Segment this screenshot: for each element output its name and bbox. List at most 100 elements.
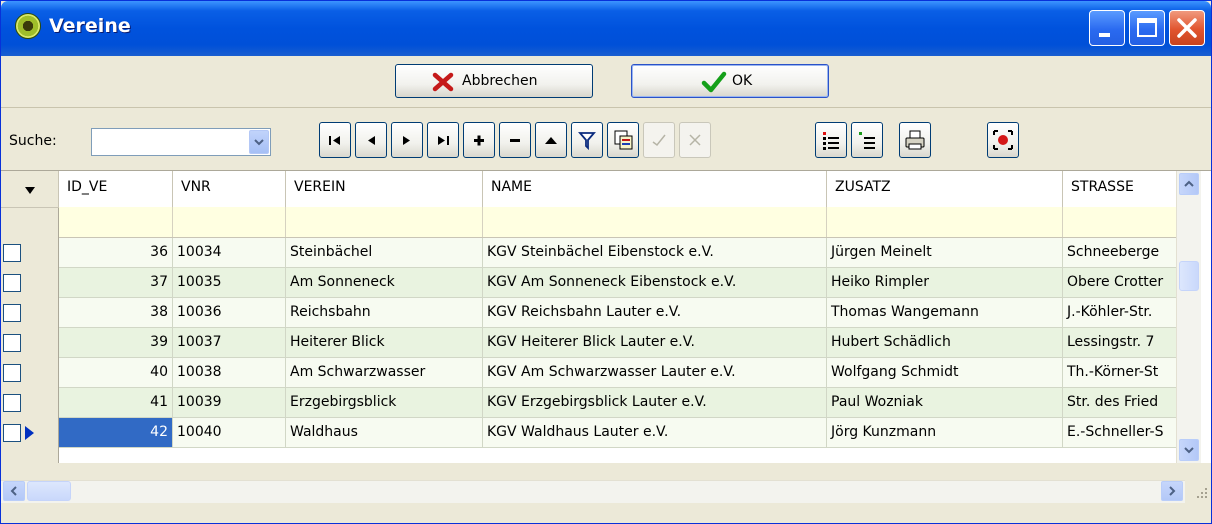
focus-button[interactable] — [987, 122, 1019, 158]
row-select-checkbox[interactable] — [3, 394, 21, 412]
cell-name[interactable]: KGV Erzgebirgsblick Lauter e.V. — [483, 388, 827, 418]
delete-record-button[interactable] — [499, 122, 531, 158]
table-row[interactable]: 42 10040 Waldhaus KGV Waldhaus Lauter e.V. J… — [59, 418, 1176, 448]
cell-id_ve[interactable]: 41 — [59, 388, 173, 418]
horizontal-scroll-thumb[interactable] — [27, 481, 71, 501]
cell-verein[interactable]: Waldhaus — [286, 418, 483, 448]
cell-zusatz[interactable]: Heiko Rimpler — [827, 268, 1063, 298]
title-bar[interactable]: Vereine — [1, 1, 1211, 56]
cell-id_ve[interactable]: 37 — [59, 268, 173, 298]
cell-zusatz[interactable]: Paul Wozniak — [827, 388, 1063, 418]
row-select-checkbox[interactable] — [3, 304, 21, 322]
cell-zusatz[interactable]: Thomas Wangemann — [827, 298, 1063, 328]
cell-vnr[interactable]: 10036 — [173, 298, 286, 328]
cell-vnr[interactable]: 10040 — [173, 418, 286, 448]
cell-vnr[interactable]: 10037 — [173, 328, 286, 358]
club-emblem-icon[interactable] — [15, 13, 41, 39]
filter-verein[interactable] — [286, 207, 483, 237]
cell-zusatz[interactable]: Wolfgang Schmidt — [827, 358, 1063, 388]
cell-zusatz[interactable]: Jörg Kunzmann — [827, 418, 1063, 448]
cell-verein[interactable]: Reichsbahn — [286, 298, 483, 328]
cell-name[interactable]: KGV Heiterer Blick Lauter e.V. — [483, 328, 827, 358]
row-select-checkbox[interactable] — [3, 364, 21, 382]
search-dropdown-button[interactable] — [249, 130, 269, 154]
row-select-checkbox[interactable] — [3, 274, 21, 292]
scroll-left-button[interactable] — [3, 481, 25, 501]
cell-vnr[interactable]: 10035 — [173, 268, 286, 298]
column-header-id_ve[interactable]: ID_VE — [59, 171, 173, 207]
insert-record-button[interactable] — [463, 122, 495, 158]
cell-name[interactable]: KGV Am Sonneneck Eibenstock e.V. — [483, 268, 827, 298]
insert-list-item-button[interactable] — [815, 122, 847, 158]
header-menu-button[interactable] — [1, 171, 59, 207]
scroll-up-button[interactable] — [1179, 173, 1199, 195]
copy-button[interactable] — [607, 122, 639, 158]
cancel-edit-button[interactable] — [679, 122, 711, 158]
cell-vnr[interactable]: 10038 — [173, 358, 286, 388]
cell-vnr[interactable]: 10039 — [173, 388, 286, 418]
minimize-button[interactable] — [1089, 10, 1125, 46]
table-row[interactable]: 36 10034 Steinbächel KGV Steinbächel Eibens… — [59, 238, 1176, 268]
edit-record-button[interactable] — [535, 122, 567, 158]
column-header-verein[interactable]: VEREIN — [286, 171, 483, 207]
cell-strasse[interactable]: Lessingstr. 7 — [1063, 328, 1176, 358]
scroll-right-button[interactable] — [1161, 481, 1183, 501]
next-record-button[interactable] — [391, 122, 423, 158]
cell-verein[interactable]: Am Sonneneck — [286, 268, 483, 298]
print-button[interactable] — [899, 122, 931, 158]
maximize-button[interactable] — [1129, 10, 1165, 46]
last-record-button[interactable] — [427, 122, 459, 158]
vereine-grid[interactable]: ID_VE VNR VEREIN NAME ZUSATZ STRASSE 36 1… — [1, 170, 1211, 463]
filter-name[interactable] — [483, 207, 827, 237]
column-header-strasse[interactable]: STRASSE — [1063, 171, 1176, 207]
column-header-zusatz[interactable]: ZUSATZ — [827, 171, 1063, 207]
post-button[interactable] — [643, 122, 675, 158]
vertical-scroll-thumb[interactable] — [1179, 261, 1199, 291]
search-combobox[interactable] — [91, 128, 271, 156]
table-row[interactable]: 38 10036 Reichsbahn KGV Reichsbahn Lauter e… — [59, 298, 1176, 328]
cell-id_ve[interactable]: 42 — [59, 418, 173, 448]
cell-verein[interactable]: Am Schwarzwasser — [286, 358, 483, 388]
close-button[interactable] — [1169, 10, 1205, 46]
column-header-name[interactable]: NAME — [483, 171, 827, 207]
table-row[interactable]: 40 10038 Am Schwarzwasser KGV Am Schwarzwas… — [59, 358, 1176, 388]
column-header-vnr[interactable]: VNR — [173, 171, 286, 207]
table-row[interactable]: 39 10037 Heiterer Blick KGV Heiterer Blick … — [59, 328, 1176, 358]
append-list-item-button[interactable] — [851, 122, 883, 158]
cell-zusatz[interactable]: Hubert Schädlich — [827, 328, 1063, 358]
horizontal-scrollbar[interactable] — [1, 480, 1185, 503]
scroll-down-button[interactable] — [1179, 439, 1199, 461]
table-row[interactable]: 37 10035 Am Sonneneck KGV Am Sonneneck Eibe… — [59, 268, 1176, 298]
cell-strasse[interactable]: J.-Köhler-Str. — [1063, 298, 1176, 328]
cell-id_ve[interactable]: 40 — [59, 358, 173, 388]
cell-vnr[interactable]: 10034 — [173, 238, 286, 268]
cell-verein[interactable]: Erzgebirgsblick — [286, 388, 483, 418]
cell-strasse[interactable]: Str. des Fried — [1063, 388, 1176, 418]
first-record-button[interactable] — [319, 122, 351, 158]
cell-id_ve[interactable]: 39 — [59, 328, 173, 358]
resize-grip-icon[interactable] — [1187, 478, 1211, 502]
cell-verein[interactable]: Heiterer Blick — [286, 328, 483, 358]
cell-strasse[interactable]: E.-Schneller-S — [1063, 418, 1176, 448]
row-select-checkbox[interactable] — [3, 424, 21, 442]
filter-zusatz[interactable] — [827, 207, 1063, 237]
cell-name[interactable]: KGV Reichsbahn Lauter e.V. — [483, 298, 827, 328]
cell-id_ve[interactable]: 36 — [59, 238, 173, 268]
filter-strasse[interactable] — [1063, 207, 1176, 237]
cell-name[interactable]: KGV Waldhaus Lauter e.V. — [483, 418, 827, 448]
cell-strasse[interactable]: Th.-Körner-St — [1063, 358, 1176, 388]
ok-button[interactable]: OK — [631, 64, 829, 98]
cell-zusatz[interactable]: Jürgen Meinelt — [827, 238, 1063, 268]
cell-name[interactable]: KGV Steinbächel Eibenstock e.V. — [483, 238, 827, 268]
prior-record-button[interactable] — [355, 122, 387, 158]
filter-button[interactable] — [571, 122, 603, 158]
cell-id_ve[interactable]: 38 — [59, 298, 173, 328]
cell-strasse[interactable]: Obere Crotter — [1063, 268, 1176, 298]
row-select-checkbox[interactable] — [3, 334, 21, 352]
vertical-scrollbar[interactable] — [1176, 171, 1201, 463]
cancel-button[interactable]: Abbrechen — [395, 64, 593, 98]
filter-id_ve[interactable] — [59, 207, 173, 237]
filter-vnr[interactable] — [173, 207, 286, 237]
row-select-checkbox[interactable] — [3, 244, 21, 262]
cell-strasse[interactable]: Schneeberge — [1063, 238, 1176, 268]
